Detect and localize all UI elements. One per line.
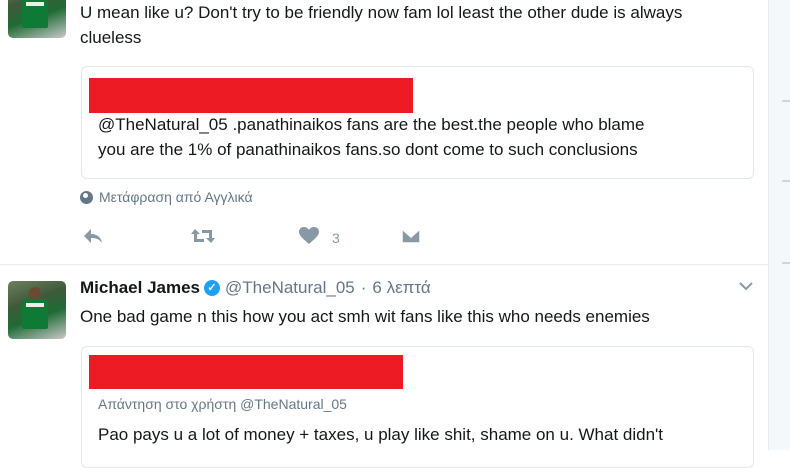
tweet-text: U mean like u? Don't try to be friendly … (80, 3, 683, 22)
scroll-marker (782, 180, 790, 182)
author-handle[interactable]: @TheNatural_05 (225, 278, 355, 298)
quoted-tweet-card[interactable]: @TheNatural_05 .panathinaikos fans are t… (81, 66, 754, 179)
scroll-marker (782, 100, 790, 102)
scroll-marker (782, 262, 790, 264)
tweet-text-continued: clueless (80, 28, 142, 47)
chevron-down-icon[interactable] (738, 278, 754, 296)
avatar[interactable] (8, 281, 66, 339)
tweet-header: Michael James ✓ @TheNatural_05 · 6 λεπτά (80, 278, 431, 298)
timeline-feed: U mean like u? Don't try to be friendly … (0, 0, 768, 468)
envelope-icon[interactable] (400, 226, 422, 252)
heart-icon[interactable] (298, 226, 320, 252)
retweet-icon[interactable] (190, 226, 216, 252)
replying-to: Απάντηση στο χρήστη @TheNatural_05 (98, 396, 347, 412)
like-count: 3 (332, 230, 340, 246)
translate-label: Μετάφραση από Αγγλικά (99, 189, 253, 205)
quoted-tweet-text: @TheNatural_05 .panathinaikos fans are t… (98, 115, 645, 134)
globe-icon (80, 190, 93, 204)
redaction-bar (89, 355, 403, 389)
translate-link[interactable]: Μετάφραση από Αγγλικά (80, 189, 253, 205)
quoted-tweet-text: Pao pays u a lot of money + taxes, u pla… (98, 425, 664, 444)
quoted-tweet-text-continued: you are the 1% of panathinaikos fans.so … (98, 140, 638, 159)
tweet-text: One bad game n this how you act smh wit … (80, 307, 650, 326)
author-name[interactable]: Michael James (80, 278, 200, 298)
redaction-bar (89, 78, 413, 113)
avatar[interactable] (8, 0, 66, 38)
reply-icon[interactable] (82, 226, 104, 252)
separator: · (360, 278, 367, 297)
verified-badge-icon: ✓ (204, 280, 221, 296)
right-gutter (768, 0, 790, 450)
timestamp[interactable]: 6 λεπτά (372, 278, 430, 298)
tweet-divider (0, 264, 768, 265)
